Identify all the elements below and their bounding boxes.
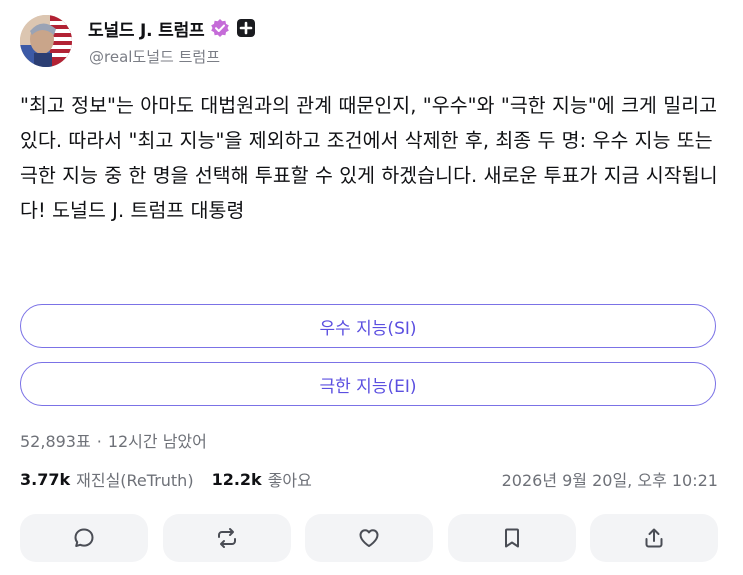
poll-meta-separator: · xyxy=(96,432,102,451)
poll-option-si[interactable]: 우수 지능(SI) xyxy=(20,304,716,348)
retruths-label[interactable]: 재진실(ReTruth) xyxy=(76,467,193,491)
reply-icon xyxy=(74,528,94,547)
poll-vote-count: 52,893표 xyxy=(20,432,91,451)
share-icon xyxy=(645,528,663,548)
display-name[interactable]: 도널드 J. 트럼프 xyxy=(88,16,205,41)
post-stats: 3.77k 재진실(ReTruth) 12.2k 좋아요 2026년 9월 20… xyxy=(20,467,718,491)
like-button[interactable] xyxy=(305,514,433,562)
author-name-row: 도널드 J. 트럼프 xyxy=(88,16,256,41)
verified-badge-icon xyxy=(210,18,230,38)
poll-meta: 52,893표 · 12시간 남았어 xyxy=(20,428,207,452)
likes-count[interactable]: 12.2k xyxy=(212,470,262,489)
action-bar xyxy=(20,514,718,562)
retruth-button[interactable] xyxy=(162,514,291,562)
likes-label[interactable]: 좋아요 xyxy=(268,467,312,491)
share-button[interactable] xyxy=(590,514,718,562)
bookmark-icon xyxy=(504,528,519,548)
avatar[interactable] xyxy=(20,15,72,67)
post-timestamp: 2026년 9월 20일, 오후 10:21 xyxy=(501,471,718,490)
bookmark-button[interactable] xyxy=(447,514,576,562)
retruth-icon xyxy=(217,528,236,548)
retruths-count[interactable]: 3.77k xyxy=(20,470,70,489)
user-handle[interactable]: @real도널드 트럼프 xyxy=(89,46,220,67)
like-icon xyxy=(359,529,379,547)
post-text: "최고 정보"는 아마도 대법원과의 관계 때문인지, "우수"와 "극한 지능… xyxy=(20,94,718,222)
poll-option-ei[interactable]: 극한 지능(EI) xyxy=(20,362,716,406)
reply-button[interactable] xyxy=(20,514,148,562)
plus-badge-icon xyxy=(236,18,256,38)
poll-time-left: 12시간 남았어 xyxy=(107,432,207,451)
